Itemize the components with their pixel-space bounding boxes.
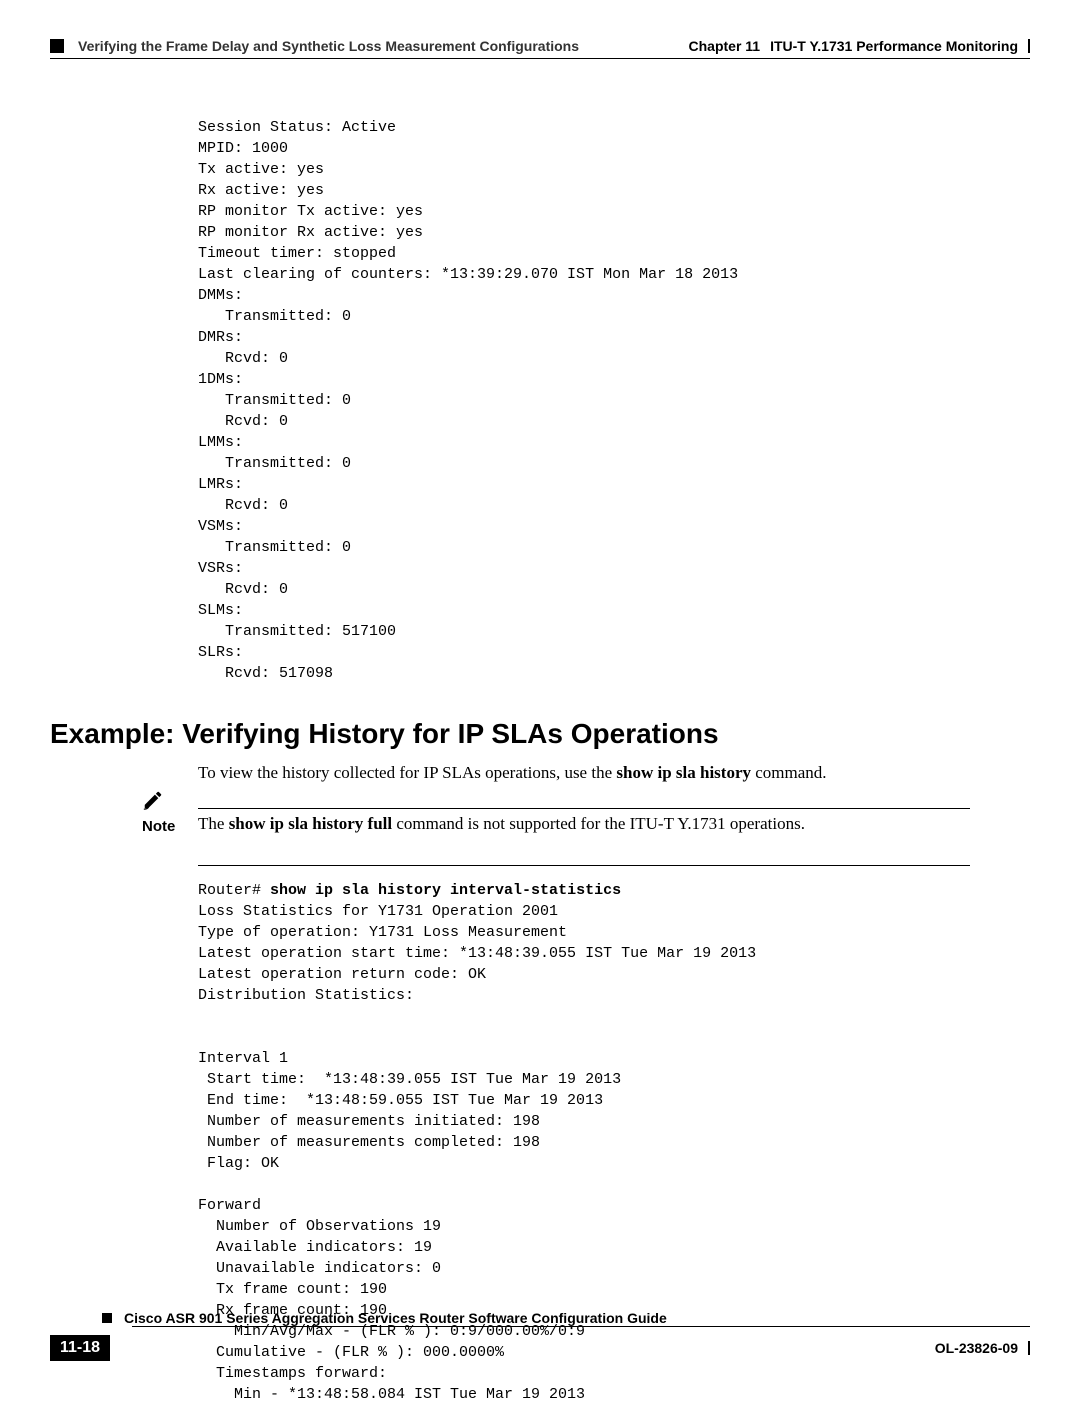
note-command: show ip sla history full xyxy=(229,814,392,833)
header-separator-icon xyxy=(1028,39,1030,53)
doc-id: OL-23826-09 xyxy=(935,1340,1018,1356)
page-number: 11-18 xyxy=(50,1335,110,1361)
intro-paragraph: To view the history collected for IP SLA… xyxy=(198,762,1030,784)
session-output-block: Session Status: Active MPID: 1000 Tx act… xyxy=(198,117,1030,684)
chapter-title: ITU-T Y.1731 Performance Monitoring xyxy=(770,38,1018,54)
cmd-bold: show ip sla history interval-statistics xyxy=(270,882,621,899)
para-post: command. xyxy=(751,763,827,782)
pencil-icon xyxy=(142,789,164,811)
note-post: command is not supported for the ITU-T Y… xyxy=(392,814,805,833)
header-square-icon xyxy=(50,39,64,53)
footer-guide-title: Cisco ASR 901 Series Aggregation Service… xyxy=(124,1310,667,1326)
note-label: Note xyxy=(142,818,182,835)
note-pre: The xyxy=(198,814,229,833)
para-pre: To view the history collected for IP SLA… xyxy=(198,763,616,782)
page-footer: Cisco ASR 901 Series Aggregation Service… xyxy=(50,1310,1030,1361)
note-text: The show ip sla history full command is … xyxy=(198,813,970,835)
example-heading: Example: Verifying History for IP SLAs O… xyxy=(50,718,1030,750)
note-bottom-rule xyxy=(198,865,970,866)
note-top-rule xyxy=(198,808,970,809)
section-title: Verifying the Frame Delay and Synthetic … xyxy=(78,38,579,54)
footer-separator-icon xyxy=(1028,1341,1030,1355)
footer-square-icon xyxy=(102,1313,112,1323)
para-command: show ip sla history xyxy=(616,763,751,782)
note-block: Note The show ip sla history full comman… xyxy=(142,808,970,866)
footer-rule xyxy=(132,1326,1030,1327)
chapter-label: Chapter 11 xyxy=(689,38,761,54)
page-header: Verifying the Frame Delay and Synthetic … xyxy=(50,38,1030,54)
cmd-prompt: Router# xyxy=(198,882,270,899)
header-rule xyxy=(50,58,1030,59)
